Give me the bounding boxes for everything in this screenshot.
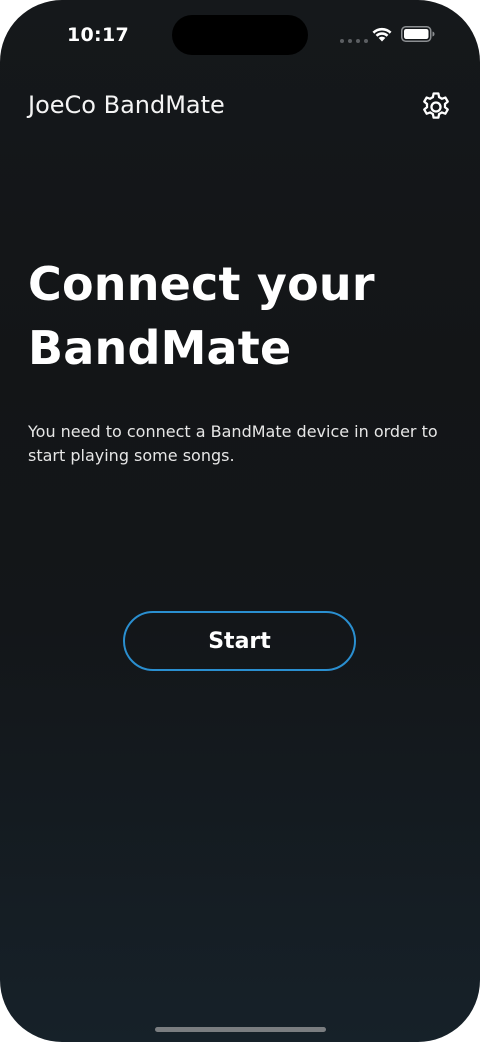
settings-button[interactable] xyxy=(418,89,454,125)
start-button[interactable]: Start xyxy=(123,611,356,671)
page-title: Connect your BandMate xyxy=(28,257,375,375)
gear-icon xyxy=(423,92,449,119)
page-description: You need to connect a BandMate device in… xyxy=(28,422,438,465)
battery-icon xyxy=(401,26,435,42)
status-time: 10:17 xyxy=(67,24,129,46)
phone-screen: 10:17 JoeCo BandMate Connect your BandMa… xyxy=(0,0,480,1042)
dynamic-island xyxy=(172,15,308,55)
wifi-icon xyxy=(372,27,392,42)
cellular-signal-icon xyxy=(340,39,368,43)
status-bar: 10:17 xyxy=(0,0,480,70)
app-title: JoeCo BandMate xyxy=(28,91,225,119)
home-indicator[interactable] xyxy=(155,1027,326,1032)
